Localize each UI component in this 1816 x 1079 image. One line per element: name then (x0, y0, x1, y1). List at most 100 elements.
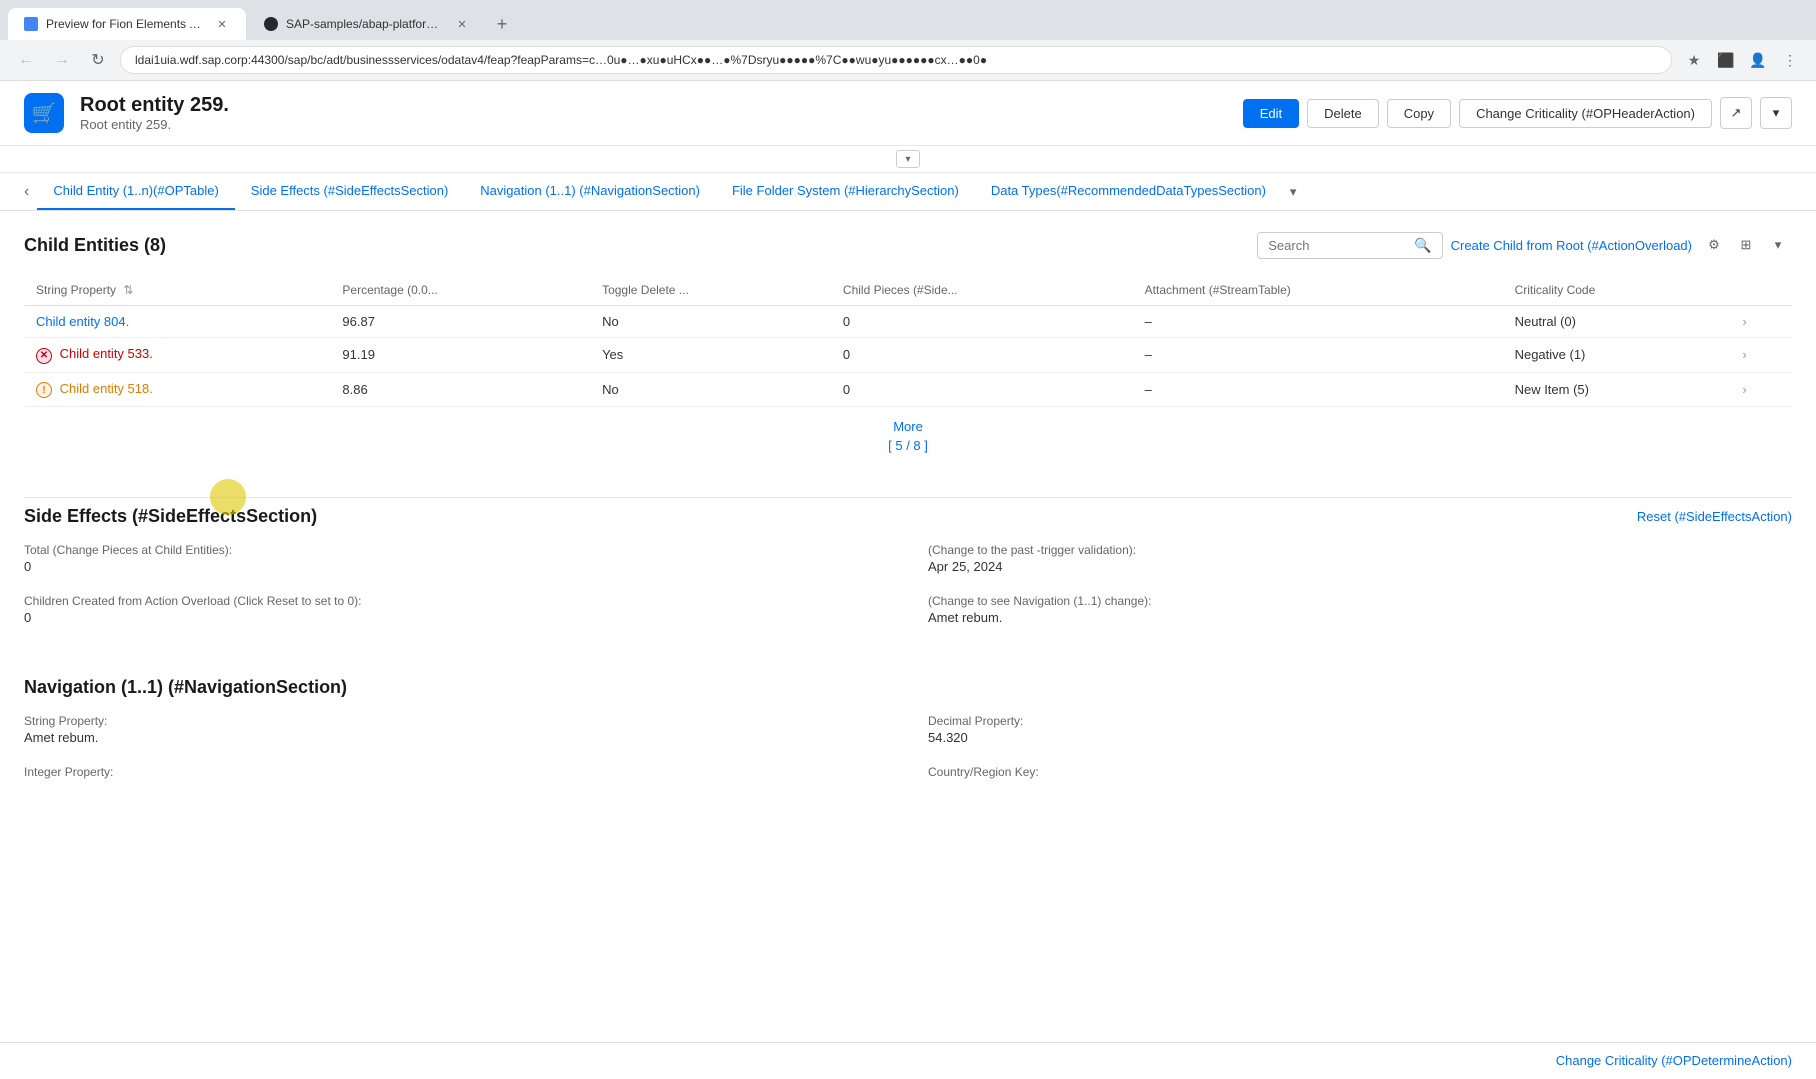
side-effects-label-3: Children Created from Action Overload (C… (24, 594, 888, 608)
app-header: 🛒 Root entity 259. Root entity 259. Edit… (0, 81, 1816, 146)
header-actions: Edit Delete Copy Change Criticality (#OP… (1243, 97, 1792, 129)
side-effects-value-3: 0 (24, 610, 888, 625)
tab-close-1[interactable]: ✕ (214, 16, 230, 32)
side-effects-section: Side Effects (#SideEffectsSection) Reset… (24, 497, 1792, 645)
side-effects-field-3: Children Created from Action Overload (C… (24, 594, 888, 625)
entity-link-2[interactable]: Child entity 533. (60, 346, 153, 361)
child-entities-table: String Property ⇅ Percentage (0.0... Tog… (24, 275, 1792, 407)
tab-inactive[interactable]: SAP-samples/abap-platform-fi... ✕ (248, 8, 486, 40)
col-criticality-code: Criticality Code (1503, 275, 1731, 306)
tab-nav-back-button[interactable]: ‹ (16, 183, 37, 201)
table-header-row: String Property ⇅ Percentage (0.0... Tog… (24, 275, 1792, 306)
tab-label-2: SAP-samples/abap-platform-fi... (286, 17, 446, 31)
address-bar[interactable]: ldai1uia.wdf.sap.corp:44300/sap/bc/adt/b… (120, 46, 1672, 74)
more-icon[interactable]: ▾ (1764, 231, 1792, 259)
forward-button[interactable]: → (48, 46, 76, 74)
copy-button[interactable]: Copy (1387, 99, 1451, 128)
entity-link-1[interactable]: Child entity 804. (36, 314, 129, 329)
tab-nav-side-effects[interactable]: Side Effects (#SideEffectsSection) (235, 173, 465, 210)
side-effects-field-2: (Change to the past -trigger validation)… (928, 543, 1792, 574)
cell-child-pieces-2: 0 (831, 338, 1133, 373)
side-effects-title: Side Effects (#SideEffectsSection) (24, 506, 317, 527)
nav-bar: ← → ↻ ldai1uia.wdf.sap.corp:44300/sap/bc… (0, 40, 1816, 80)
settings-icon[interactable]: ⚙ (1700, 231, 1728, 259)
reload-button[interactable]: ↻ (84, 46, 112, 74)
table-row: Child entity 804. 96.87 No 0 – Neutral (… (24, 306, 1792, 338)
cell-chevron-3: › (1730, 372, 1792, 407)
create-child-link[interactable]: Create Child from Root (#ActionOverload) (1451, 238, 1692, 253)
section-search-area: 🔍 Create Child from Root (#ActionOverloa… (182, 231, 1792, 259)
bookmark-icon[interactable]: ★ (1680, 46, 1708, 74)
app-logo: 🛒 (24, 93, 64, 133)
tab-nav-data-types[interactable]: Data Types(#RecommendedDataTypesSection) (975, 173, 1282, 210)
col-child-pieces: Child Pieces (#Side... (831, 275, 1133, 306)
bottom-action-bar: Change Criticality (#OPDetermineAction) (0, 1042, 1816, 1078)
cell-child-pieces-1: 0 (831, 306, 1133, 338)
browser-chrome: Preview for Fion Elements App ✕ SAP-samp… (0, 0, 1816, 81)
side-effects-field-1: Total (Change Pieces at Child Entities):… (24, 543, 888, 574)
nav-field-1: String Property: Amet rebum. (24, 714, 888, 745)
grid-icon[interactable]: ⊞ (1732, 231, 1760, 259)
app-subtitle: Root entity 259. (80, 117, 1227, 132)
row-chevron-1[interactable]: › (1742, 314, 1746, 329)
app-content: 🛒 Root entity 259. Root entity 259. Edit… (0, 81, 1816, 1079)
search-input[interactable] (1268, 238, 1408, 253)
change-criticality-button[interactable]: Change Criticality (#OPHeaderAction) (1459, 99, 1712, 128)
extensions-icon[interactable]: ⬛ (1712, 46, 1740, 74)
side-effects-value-4: Amet rebum. (928, 610, 1792, 625)
app-title: Root entity 259. (80, 94, 1227, 117)
tab-nav-more-button[interactable]: ▾ (1282, 174, 1305, 210)
table-body: Child entity 804. 96.87 No 0 – Neutral (… (24, 306, 1792, 407)
menu-icon[interactable]: ⋮ (1776, 46, 1804, 74)
cell-chevron-2: › (1730, 338, 1792, 373)
tab-favicon-1 (24, 17, 38, 31)
search-box[interactable]: 🔍 (1257, 232, 1442, 259)
tab-navigation: ‹ Child Entity (1..n)(#OPTable) Side Eff… (0, 173, 1816, 211)
bottom-action-link[interactable]: Change Criticality (#OPDetermineAction) (1556, 1053, 1792, 1068)
tab-nav-child-entity[interactable]: Child Entity (1..n)(#OPTable) (37, 173, 234, 210)
row-chevron-2[interactable]: › (1742, 347, 1746, 362)
more-actions-icon[interactable]: ▾ (1760, 97, 1792, 129)
child-entities-section-header: Child Entities (8) 🔍 Create Child from R… (24, 231, 1792, 259)
side-effects-grid: Total (Change Pieces at Child Entities):… (24, 543, 1792, 645)
cell-criticality-3: New Item (5) (1503, 372, 1731, 407)
more-link[interactable]: More (893, 419, 923, 434)
address-text: ldai1uia.wdf.sap.corp:44300/sap/bc/adt/b… (135, 53, 1657, 67)
nav-label-3: Integer Property: (24, 765, 888, 779)
col-actions (1730, 275, 1792, 306)
back-button[interactable]: ← (12, 46, 40, 74)
cell-string-property-3: ! Child entity 518. (24, 372, 330, 407)
nav-icons: ★ ⬛ 👤 ⋮ (1680, 46, 1804, 74)
cell-toggle-3: No (590, 372, 831, 407)
warn-badge-3: ! (36, 382, 52, 398)
new-tab-button[interactable]: + (488, 10, 516, 38)
delete-button[interactable]: Delete (1307, 99, 1379, 128)
sort-icon-string[interactable]: ⇅ (123, 283, 133, 297)
col-string-property: String Property ⇅ (24, 275, 330, 306)
nav-value-2: 54.320 (928, 730, 1792, 745)
row-chevron-3[interactable]: › (1742, 382, 1746, 397)
navigation-section: Navigation (1..1) (#NavigationSection) S… (24, 677, 1792, 801)
tab-nav-file-folder[interactable]: File Folder System (#HierarchySection) (716, 173, 975, 210)
profile-icon[interactable]: 👤 (1744, 46, 1772, 74)
cell-string-property-1: Child entity 804. (24, 306, 330, 338)
reset-link[interactable]: Reset (#SideEffectsAction) (1637, 509, 1792, 524)
side-effects-label-1: Total (Change Pieces at Child Entities): (24, 543, 888, 557)
nav-label-1: String Property: (24, 714, 888, 728)
toolbar-icons: ⚙ ⊞ ▾ (1700, 231, 1792, 259)
col-attachment: Attachment (#StreamTable) (1133, 275, 1503, 306)
tab-active[interactable]: Preview for Fion Elements App ✕ (8, 8, 246, 40)
tab-favicon-2 (264, 17, 278, 31)
tab-close-2[interactable]: ✕ (454, 16, 470, 32)
nav-label-2: Decimal Property: (928, 714, 1792, 728)
navigation-grid: String Property: Amet rebum. Decimal Pro… (24, 714, 1792, 801)
collapse-button[interactable]: ▾ (896, 150, 920, 168)
cell-percentage-1: 96.87 (330, 306, 590, 338)
cell-percentage-2: 91.19 (330, 338, 590, 373)
external-link-icon[interactable]: ↗ (1720, 97, 1752, 129)
edit-button[interactable]: Edit (1243, 99, 1299, 128)
tab-nav-navigation[interactable]: Navigation (1..1) (#NavigationSection) (464, 173, 716, 210)
navigation-section-title: Navigation (1..1) (#NavigationSection) (24, 677, 1792, 698)
entity-link-3[interactable]: Child entity 518. (60, 381, 153, 396)
cell-attachment-1: – (1133, 306, 1503, 338)
